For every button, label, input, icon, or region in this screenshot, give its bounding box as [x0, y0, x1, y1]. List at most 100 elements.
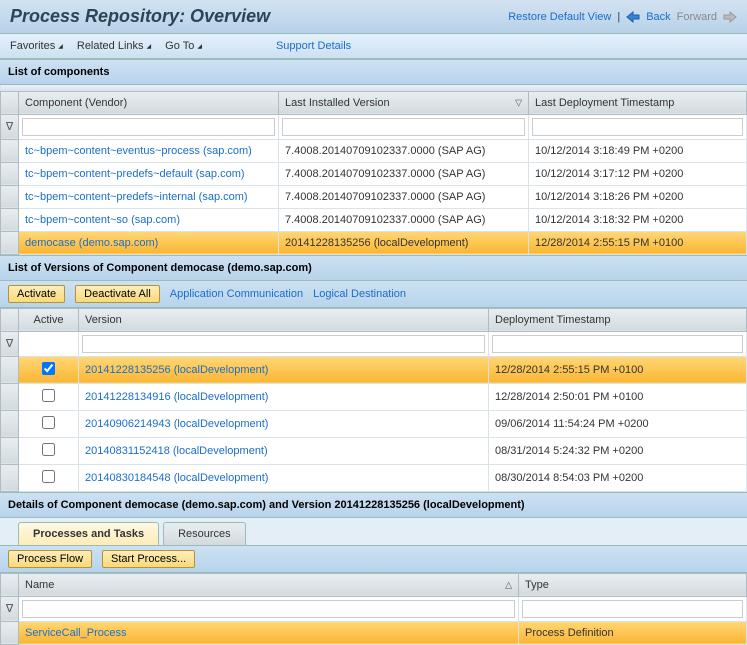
- filter-component-input[interactable]: [22, 118, 275, 136]
- active-checkbox[interactable]: [42, 443, 55, 456]
- filter-type-input[interactable]: [522, 600, 743, 618]
- active-checkbox[interactable]: [42, 416, 55, 429]
- filter-icon[interactable]: ∇: [1, 114, 19, 139]
- versions-table: Active Version Deployment Timestamp ∇ 20…: [0, 308, 747, 492]
- menu-support-details[interactable]: Support Details: [276, 40, 351, 52]
- row-stub: [1, 464, 19, 491]
- version-link[interactable]: 20141228134916 (localDevelopment): [85, 391, 268, 403]
- version-cell: 20141228134916 (localDevelopment): [79, 383, 489, 410]
- sort-icon[interactable]: △: [505, 579, 512, 590]
- menu-goto[interactable]: Go To: [165, 40, 202, 52]
- version-link[interactable]: 20140830184548 (localDevelopment): [85, 472, 268, 484]
- active-cell: [19, 383, 79, 410]
- table-row[interactable]: ServiceCall_Process Process Definition: [1, 621, 747, 644]
- section-title-details: Details of Component democase (demo.sap.…: [0, 492, 747, 518]
- menu-related-links[interactable]: Related Links: [77, 40, 151, 52]
- process-flow-button[interactable]: Process Flow: [8, 550, 92, 568]
- row-stub: [1, 410, 19, 437]
- back-arrow-icon[interactable]: [626, 11, 640, 23]
- table-row[interactable]: 20141228134916 (localDevelopment)12/28/2…: [1, 383, 747, 410]
- components-table: Component (Vendor) Last Installed Versio…: [0, 85, 747, 255]
- version-cell: 7.4008.20140709102337.0000 (SAP AG): [279, 162, 529, 185]
- active-cell: [19, 437, 79, 464]
- version-cell: 20140830184548 (localDevelopment): [79, 464, 489, 491]
- version-link[interactable]: 20140831152418 (localDevelopment): [85, 445, 268, 457]
- col-timestamp[interactable]: Deployment Timestamp: [489, 308, 747, 331]
- component-link[interactable]: tc~bpem~content~eventus~process (sap.com…: [25, 145, 252, 157]
- version-cell: 20141228135256 (localDevelopment): [79, 356, 489, 383]
- active-cell: [19, 410, 79, 437]
- logical-destination-link[interactable]: Logical Destination: [313, 288, 406, 300]
- table-row[interactable]: 20141228135256 (localDevelopment) 12/28/2…: [1, 356, 747, 383]
- table-row[interactable]: 20140831152418 (localDevelopment) 08/31/2…: [1, 437, 747, 464]
- timestamp-cell: 12/28/2014 2:55:15 PM +0100: [529, 231, 747, 254]
- col-timestamp[interactable]: Last Deployment Timestamp: [529, 91, 747, 114]
- start-process-button[interactable]: Start Process...: [102, 550, 195, 568]
- active-checkbox[interactable]: [42, 362, 55, 375]
- component-link[interactable]: tc~bpem~content~predefs~internal (sap.co…: [25, 191, 248, 203]
- restore-default-view-link[interactable]: Restore Default View: [508, 11, 611, 23]
- process-link[interactable]: ServiceCall_Process: [25, 627, 126, 639]
- filter-timestamp-input[interactable]: [532, 118, 743, 136]
- col-component[interactable]: Component (Vendor): [19, 91, 279, 114]
- col-version[interactable]: Last Installed Version▽: [279, 91, 529, 114]
- back-link[interactable]: Back: [646, 11, 670, 23]
- menu-favorites[interactable]: Favorites: [10, 40, 63, 52]
- table-row[interactable]: 20140906214943 (localDevelopment) 09/06/2…: [1, 410, 747, 437]
- table-row[interactable]: 20140830184548 (localDevelopment)08/30/2…: [1, 464, 747, 491]
- table-row[interactable]: tc~bpem~content~predefs~default (sap.com…: [1, 162, 747, 185]
- row-stub: [1, 356, 19, 383]
- timestamp-cell: 10/12/2014 3:18:32 PM +0200: [529, 208, 747, 231]
- details-action-bar: Process Flow Start Process...: [0, 546, 747, 573]
- row-stub: [1, 185, 19, 208]
- tab-resources[interactable]: Resources: [163, 522, 246, 545]
- version-cell: 7.4008.20140709102337.0000 (SAP AG): [279, 185, 529, 208]
- col-version[interactable]: Version: [79, 308, 489, 331]
- row-stub: [1, 208, 19, 231]
- version-cell: 20141228135256 (localDevelopment): [279, 231, 529, 254]
- col-type[interactable]: Type: [519, 573, 747, 596]
- forward-link[interactable]: Forward: [677, 11, 717, 23]
- version-link[interactable]: 20141228135256 (localDevelopment): [85, 364, 268, 376]
- timestamp-cell: 09/06/2014 11:54:24 PM +0200: [489, 410, 747, 437]
- activate-button[interactable]: Activate: [8, 285, 65, 303]
- table-row[interactable]: tc~bpem~content~predefs~internal (sap.co…: [1, 185, 747, 208]
- forward-arrow-icon[interactable]: [723, 11, 737, 23]
- filter-icon[interactable]: ∇: [1, 331, 19, 356]
- row-stub: [1, 231, 19, 254]
- deactivate-all-button[interactable]: Deactivate All: [75, 285, 160, 303]
- filter-timestamp-input[interactable]: [492, 335, 743, 353]
- component-link[interactable]: democase (demo.sap.com): [25, 237, 158, 249]
- timestamp-cell: 12/28/2014 2:55:15 PM +0100: [489, 356, 747, 383]
- row-stub: [1, 383, 19, 410]
- timestamp-cell: 08/31/2014 5:24:32 PM +0200: [489, 437, 747, 464]
- filter-version-input[interactable]: [82, 335, 485, 353]
- col-active[interactable]: Active: [19, 308, 79, 331]
- active-checkbox[interactable]: [42, 470, 55, 483]
- row-stub: [1, 139, 19, 162]
- row-stub: [1, 162, 19, 185]
- component-link[interactable]: tc~bpem~content~predefs~default (sap.com…: [25, 168, 245, 180]
- row-stub: [1, 437, 19, 464]
- table-row[interactable]: tc~bpem~content~eventus~process (sap.com…: [1, 139, 747, 162]
- type-cell: Process Definition: [519, 621, 747, 644]
- component-cell: democase (demo.sap.com): [19, 231, 279, 254]
- filter-version-input[interactable]: [282, 118, 525, 136]
- active-checkbox[interactable]: [42, 389, 55, 402]
- component-cell: tc~bpem~content~predefs~default (sap.com…: [19, 162, 279, 185]
- section-title-versions: List of Versions of Component democase (…: [0, 255, 747, 281]
- table-row[interactable]: democase (demo.sap.com) 20141228135256 (l…: [1, 231, 747, 254]
- table-row[interactable]: tc~bpem~content~so (sap.com)7.4008.20140…: [1, 208, 747, 231]
- sort-icon[interactable]: ▽: [515, 97, 522, 108]
- application-communication-link[interactable]: Application Communication: [170, 288, 303, 300]
- version-link[interactable]: 20140906214943 (localDevelopment): [85, 418, 268, 430]
- component-link[interactable]: tc~bpem~content~so (sap.com): [25, 214, 180, 226]
- menubar: Favorites Related Links Go To Support De…: [0, 34, 747, 59]
- timestamp-cell: 10/12/2014 3:18:49 PM +0200: [529, 139, 747, 162]
- filter-name-input[interactable]: [22, 600, 515, 618]
- row-stub: [1, 621, 19, 644]
- tab-processes[interactable]: Processes and Tasks: [18, 522, 159, 545]
- separator: |: [617, 11, 620, 23]
- col-name[interactable]: Name△: [19, 573, 519, 596]
- active-cell: [19, 464, 79, 491]
